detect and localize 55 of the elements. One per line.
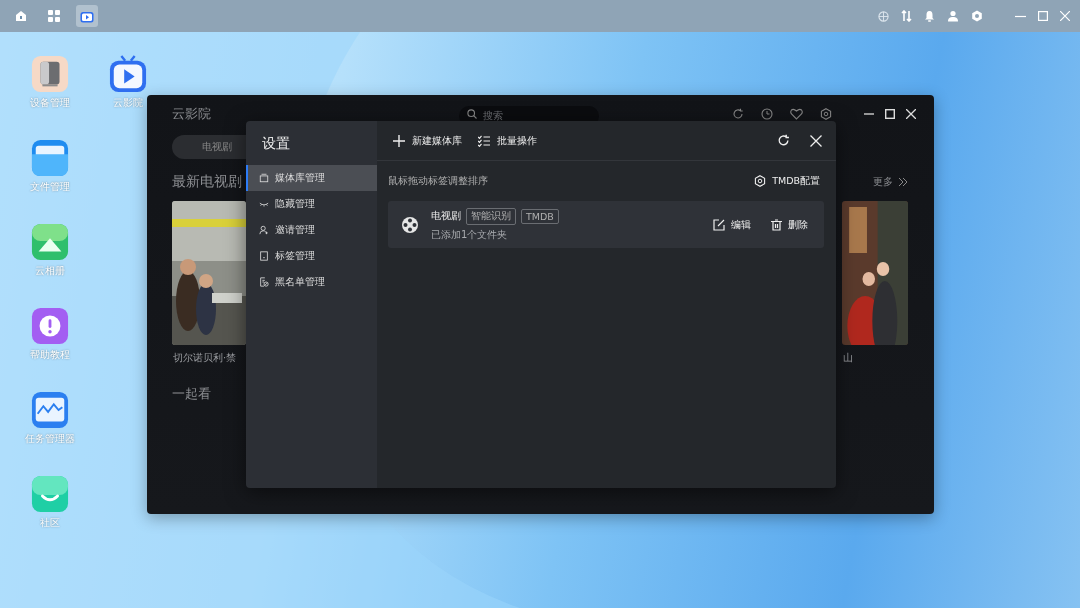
close-icon[interactable] [810, 134, 822, 147]
bookmark-icon [259, 251, 269, 261]
settings-icon[interactable] [971, 10, 983, 22]
add-user-icon [259, 225, 269, 235]
poster-caption: 切尔诺贝利·禁 [172, 351, 238, 365]
dialog-title: 设置 [261, 134, 291, 153]
maximize-icon[interactable] [885, 109, 895, 119]
hint-text: 鼠标拖动标签调整排序 [388, 174, 488, 188]
settings-menu-item[interactable]: 邀请管理 [246, 217, 377, 243]
globe-icon[interactable] [878, 10, 889, 22]
close-icon[interactable] [906, 109, 916, 119]
settings-menu-item[interactable]: 隐藏管理 [246, 191, 377, 217]
home-icon[interactable] [15, 10, 27, 22]
library-subtitle: 已添加1个文件夹 [431, 227, 509, 242]
section-title: 最新电视剧 [172, 173, 242, 191]
folder-icon[interactable] [31, 139, 69, 177]
chat-bubble-icon[interactable] [31, 475, 69, 513]
tv-play-icon[interactable] [109, 55, 147, 93]
library-card[interactable]: 电视剧 智能识别 TMDB 已添加1个文件夹 编辑 删除 [388, 201, 824, 248]
library-tag: TMDB [521, 208, 559, 224]
checklist-icon [478, 134, 490, 147]
app-grid-icon[interactable] [48, 10, 60, 22]
photos-icon[interactable] [31, 223, 69, 261]
delete-button[interactable]: 删除 [771, 217, 808, 232]
user-icon[interactable] [947, 10, 959, 22]
help-icon[interactable] [31, 307, 69, 345]
window-title: 云影院 [172, 105, 212, 123]
settings-icon[interactable] [820, 108, 832, 120]
plus-icon [393, 134, 405, 147]
bell-icon[interactable] [924, 10, 935, 22]
search-icon [467, 109, 477, 119]
new-library-button[interactable]: 新建媒体库 [393, 133, 462, 148]
chart-monitor-icon[interactable] [31, 391, 69, 429]
trash-icon [771, 218, 782, 231]
library-tag: 智能识别 [466, 207, 516, 225]
transfer-icon[interactable] [901, 10, 912, 22]
section-title: 一起看 [172, 385, 212, 403]
settings-menu-item[interactable]: 黑名单管理 [246, 269, 377, 295]
device-icon[interactable] [31, 55, 69, 93]
clock-icon[interactable] [761, 108, 773, 120]
blocked-list-icon [259, 277, 269, 287]
more-link[interactable]: 更多 [873, 175, 908, 189]
tmdb-config-button[interactable]: TMDB配置 [754, 174, 820, 188]
settings-menu-item[interactable]: 媒体库管理 [246, 165, 377, 191]
film-reel-icon [401, 215, 419, 234]
edit-icon [713, 218, 725, 231]
library-name: 电视剧 [431, 209, 461, 223]
edit-button[interactable]: 编辑 [713, 217, 751, 232]
poster-caption: 山 [842, 351, 854, 365]
batch-button[interactable]: 批量操作 [478, 133, 537, 148]
settings-icon [754, 175, 767, 187]
heart-icon[interactable] [790, 108, 803, 120]
window-icon [259, 173, 269, 183]
double-chevron-icon [898, 177, 908, 187]
settings-menu-item[interactable]: 标签管理 [246, 243, 377, 269]
